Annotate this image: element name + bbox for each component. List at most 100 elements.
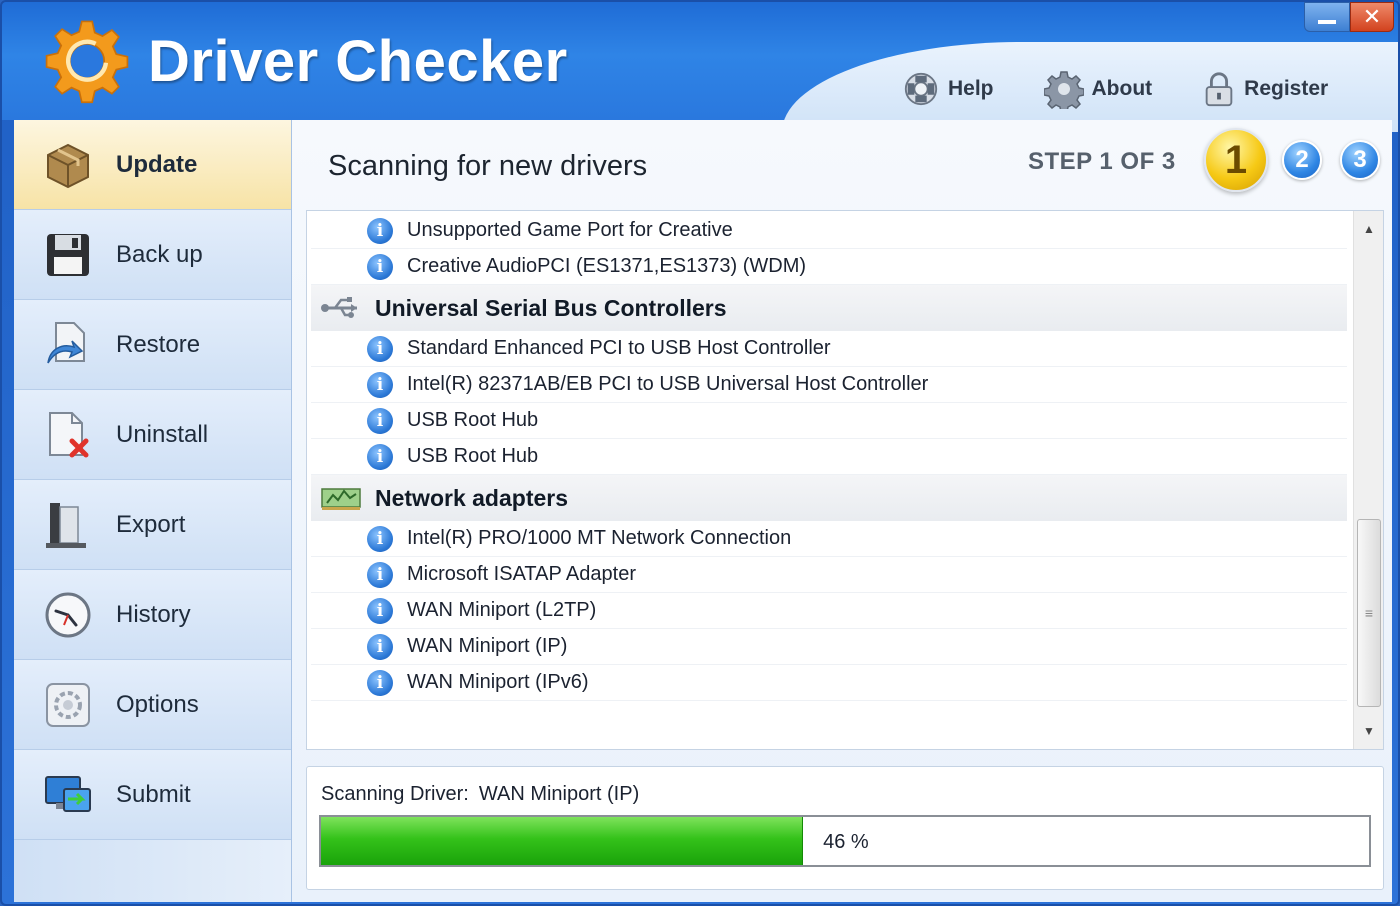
sidebar-item-options[interactable]: Options <box>14 660 291 750</box>
list-item[interactable]: i Intel(R) PRO/1000 MT Network Connectio… <box>311 521 1347 557</box>
category-header: Network adapters <box>311 475 1347 521</box>
sidebar-item-label: History <box>116 600 191 628</box>
driver-name: WAN Miniport (L2TP) <box>407 599 597 621</box>
info-icon: i <box>367 443 393 470</box>
sidebar-item-label: Options <box>116 690 199 718</box>
list-item[interactable]: i Intel(R) 82371AB/EB PCI to USB Univers… <box>311 367 1347 403</box>
box-icon <box>47 143 89 188</box>
vertical-scrollbar[interactable]: ▲ ≡ ▼ <box>1353 211 1383 749</box>
export-icon <box>46 502 86 548</box>
step-2-badge: 2 <box>1282 140 1322 180</box>
scanning-driver-label: Scanning Driver: <box>321 783 469 805</box>
list-item[interactable]: i USB Root Hub <box>311 403 1347 439</box>
sidebar-item-restore[interactable]: Restore <box>14 300 291 390</box>
step-indicator-label: STEP 1 OF 3 <box>1028 148 1176 175</box>
options-icon <box>46 682 90 727</box>
page-title: Scanning for new drivers <box>328 150 648 182</box>
sidebar-item-label: Update <box>116 150 198 178</box>
list-item[interactable]: i Microsoft ISATAP Adapter <box>311 557 1347 593</box>
help-lifebuoy-icon <box>904 72 938 106</box>
step-3-badge: 3 <box>1340 140 1380 180</box>
driver-list-content: i Unsupported Game Port for Creative i C… <box>311 213 1347 701</box>
sidebar-item-backup[interactable]: Back up <box>14 210 291 300</box>
info-icon: i <box>367 335 393 362</box>
info-icon: i <box>367 371 393 398</box>
minimize-button[interactable] <box>1304 2 1350 32</box>
category-header: Universal Serial Bus Controllers <box>311 285 1347 331</box>
category-label: Universal Serial Bus Controllers <box>375 294 727 321</box>
clock-icon <box>45 592 91 637</box>
driver-name: Creative AudioPCI (ES1371,ES1373) (WDM) <box>407 255 807 277</box>
info-icon: i <box>367 525 393 552</box>
category-label: Network adapters <box>375 484 569 511</box>
scan-status-panel: Scanning Driver: WAN Miniport (IP) 46 % <box>306 766 1384 890</box>
driver-name: USB Root Hub <box>407 445 539 467</box>
scroll-down-arrow-icon[interactable]: ▼ <box>1354 717 1383 745</box>
sidebar-item-label: Back up <box>116 240 203 268</box>
help-label: Help <box>948 77 994 100</box>
info-icon: i <box>367 217 393 244</box>
step-1-badge: 1 <box>1204 128 1268 192</box>
scan-status-line: Scanning Driver: WAN Miniport (IP) <box>321 783 639 806</box>
list-item[interactable]: i Unsupported Game Port for Creative <box>311 213 1347 249</box>
sidebar-item-label: Uninstall <box>116 420 209 448</box>
progress-fill <box>321 817 804 865</box>
sidebar-item-label: Submit <box>116 780 191 808</box>
scroll-up-arrow-icon[interactable]: ▲ <box>1354 215 1383 243</box>
list-item[interactable]: i WAN Miniport (IP) <box>311 629 1347 665</box>
usb-icon <box>321 297 357 318</box>
sidebar-item-history[interactable]: History <box>14 570 291 660</box>
info-icon: i <box>367 633 393 660</box>
app-logo-gear-icon <box>45 20 129 104</box>
list-item[interactable]: i WAN Miniport (L2TP) <box>311 593 1347 629</box>
driver-name: WAN Miniport (IPv6) <box>407 671 589 693</box>
list-item[interactable]: i Creative AudioPCI (ES1371,ES1373) (WDM… <box>311 249 1347 285</box>
floppy-disk-icon <box>47 233 89 276</box>
monitor-submit-icon <box>45 775 91 812</box>
gear-icon <box>1043 71 1084 109</box>
sidebar: Update Back up Restore Uninstall Export … <box>14 120 292 902</box>
sidebar-item-uninstall[interactable]: Uninstall <box>14 390 291 480</box>
list-item[interactable]: i USB Root Hub <box>311 439 1347 475</box>
driver-list[interactable]: i Unsupported Game Port for Creative i C… <box>306 210 1384 750</box>
lock-icon <box>1205 72 1233 107</box>
register-button[interactable]: Register <box>1202 64 1328 114</box>
sidebar-item-label: Export <box>116 510 186 538</box>
progress-percent-text: 46 % <box>823 831 869 853</box>
driver-name: WAN Miniport (IP) <box>407 635 568 657</box>
app-window: Driver Checker ✕ Help About Register Upd… <box>0 0 1400 906</box>
main-panel: Scanning for new drivers STEP 1 OF 3 1 2… <box>292 120 1392 902</box>
list-item[interactable]: i Standard Enhanced PCI to USB Host Cont… <box>311 331 1347 367</box>
info-icon: i <box>367 407 393 434</box>
driver-name: USB Root Hub <box>407 409 539 431</box>
title-bar: Driver Checker ✕ Help About Register <box>2 2 1398 132</box>
about-button[interactable]: About <box>1043 64 1153 114</box>
restore-icon <box>47 321 85 363</box>
info-icon: i <box>367 669 393 696</box>
driver-name: Unsupported Game Port for Creative <box>407 219 733 241</box>
sidebar-item-update[interactable]: Update <box>14 120 291 210</box>
register-label: Register <box>1244 77 1329 100</box>
sidebar-item-submit[interactable]: Submit <box>14 750 291 840</box>
top-nav: Help About Register <box>902 64 1378 114</box>
driver-name: Intel(R) PRO/1000 MT Network Connection <box>407 527 792 549</box>
info-icon: i <box>367 561 393 588</box>
info-icon: i <box>367 253 393 280</box>
app-title: Driver Checker <box>148 29 568 94</box>
scroll-thumb[interactable]: ≡ <box>1357 519 1381 707</box>
help-button[interactable]: Help <box>902 64 994 114</box>
close-button[interactable]: ✕ <box>1350 2 1394 32</box>
minimize-icon <box>1318 20 1336 24</box>
window-controls: ✕ <box>1304 2 1394 32</box>
about-label: About <box>1091 77 1153 100</box>
document-delete-icon <box>49 411 89 457</box>
network-card-icon <box>321 488 361 510</box>
sidebar-item-export[interactable]: Export <box>14 480 291 570</box>
sidebar-item-label: Restore <box>116 330 201 358</box>
driver-name: Standard Enhanced PCI to USB Host Contro… <box>407 337 831 359</box>
driver-name: Intel(R) 82371AB/EB PCI to USB Universal… <box>407 373 929 395</box>
info-icon: i <box>367 597 393 624</box>
scan-progress-bar: 46 % <box>319 815 1371 867</box>
current-driver-name: WAN Miniport (IP) <box>478 783 640 805</box>
list-item[interactable]: i WAN Miniport (IPv6) <box>311 665 1347 701</box>
